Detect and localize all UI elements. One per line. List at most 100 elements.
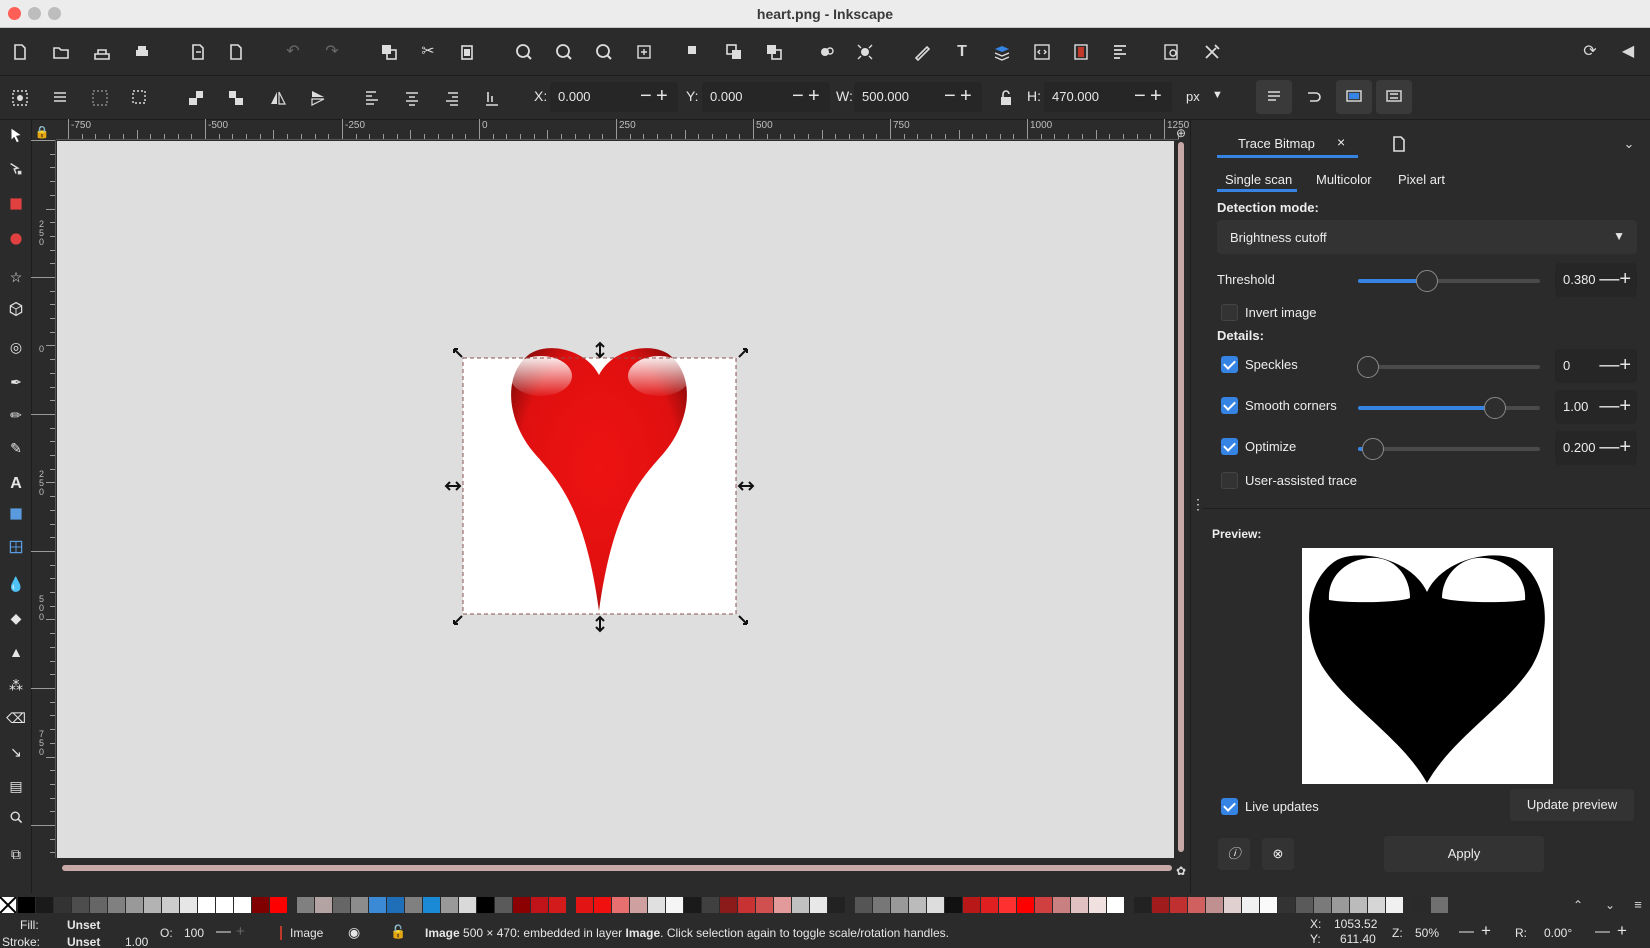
lock-proportions-icon[interactable] (994, 86, 1018, 110)
selector-tool-icon[interactable] (4, 126, 28, 150)
export-icon[interactable] (224, 40, 248, 64)
smooth-corners-spinbox[interactable]: 1.00 —+ (1555, 390, 1637, 424)
group-icon[interactable] (815, 40, 839, 64)
color-swatch[interactable] (351, 897, 368, 913)
stroke-width[interactable]: 1.00 (125, 935, 148, 948)
fill-stroke-icon[interactable] (910, 40, 934, 64)
speckles-stepper[interactable]: —+ (1599, 354, 1631, 377)
color-swatch[interactable] (1071, 897, 1088, 913)
invert-image-checkbox[interactable] (1221, 304, 1238, 321)
align-left-icon[interactable] (360, 86, 384, 110)
touch-select-icon[interactable] (128, 86, 152, 110)
find-replace-icon[interactable] (1160, 40, 1184, 64)
panel-grip-icon[interactable]: ⋮ (1191, 492, 1205, 516)
unlink-clone-icon[interactable] (762, 40, 786, 64)
color-swatch[interactable] (810, 897, 827, 913)
opacity-value[interactable]: 100 (184, 926, 204, 940)
info-icon[interactable]: ⓘ (1217, 837, 1251, 871)
color-swatch[interactable] (90, 897, 107, 913)
color-swatch[interactable] (54, 897, 71, 913)
unit-select[interactable]: px ▼ (1180, 82, 1232, 112)
select-all-icon[interactable] (8, 86, 32, 110)
color-swatch[interactable] (1152, 897, 1169, 913)
gradient-tool-icon[interactable] (4, 505, 28, 529)
threshold-value[interactable]: 0.380 (1563, 272, 1596, 287)
align-distribute-icon[interactable] (1108, 40, 1132, 64)
color-swatch[interactable] (72, 897, 89, 913)
optimize-knob[interactable] (1362, 438, 1384, 460)
measure-tool-icon[interactable]: ⧉ (4, 842, 28, 866)
text-font-icon[interactable]: T (950, 40, 974, 64)
height-spinbox[interactable]: 470.000 − + (1044, 82, 1172, 112)
threshold-spinbox[interactable]: 0.380 —+ (1555, 263, 1637, 297)
current-layer[interactable]: Image (290, 926, 323, 940)
color-swatch[interactable] (297, 897, 314, 913)
color-swatch[interactable] (126, 897, 143, 913)
flip-horizontal-icon[interactable] (266, 86, 290, 110)
color-swatch[interactable] (1053, 897, 1070, 913)
color-swatch[interactable] (684, 897, 701, 913)
color-swatch[interactable] (720, 897, 737, 913)
import-icon[interactable] (186, 40, 210, 64)
user-assisted-trace-checkbox[interactable] (1221, 472, 1238, 489)
color-swatch[interactable] (1314, 897, 1331, 913)
calligraphy-tool-icon[interactable]: ✎ (4, 436, 28, 460)
undo-icon[interactable]: ↶ (281, 40, 305, 64)
layer-visibility-icon[interactable]: ◉ (348, 924, 360, 941)
copy-icon[interactable] (377, 40, 401, 64)
duplicate-icon[interactable] (682, 40, 706, 64)
width-decrement[interactable]: − (944, 85, 956, 108)
zoom-out-icon[interactable]: — (1459, 923, 1474, 940)
y-value[interactable]: 0.000 (710, 89, 743, 104)
rotate-ccw-icon[interactable]: — (1595, 923, 1610, 940)
palette-up-icon[interactable]: ⌃ (1566, 893, 1590, 917)
canvas[interactable] (57, 141, 1174, 858)
color-swatch[interactable] (162, 897, 179, 913)
x-value[interactable]: 0.000 (558, 89, 591, 104)
smooth-corners-stepper[interactable]: —+ (1599, 395, 1631, 418)
color-swatch[interactable] (270, 897, 287, 913)
speckles-slider[interactable] (1357, 356, 1540, 378)
color-swatch[interactable] (1170, 897, 1187, 913)
height-value[interactable]: 470.000 (1052, 89, 1099, 104)
smooth-corners-value[interactable]: 1.00 (1563, 399, 1588, 414)
color-swatch[interactable] (369, 897, 386, 913)
color-swatch[interactable] (702, 897, 719, 913)
color-swatch[interactable] (234, 897, 251, 913)
color-swatch[interactable] (981, 897, 998, 913)
dock-menu-chevron-icon[interactable]: ⌄ (1617, 132, 1641, 156)
color-swatch[interactable] (1260, 897, 1277, 913)
color-swatch[interactable] (531, 897, 548, 913)
pages-tool-icon[interactable]: ▤ (4, 774, 28, 798)
color-swatch[interactable] (1296, 897, 1313, 913)
zoom-corner-icon[interactable]: ⊕ (1172, 124, 1190, 142)
palette-down-icon[interactable]: ⌄ (1598, 893, 1622, 917)
dropper-tool-icon[interactable]: 💧 (4, 572, 28, 596)
color-swatch[interactable] (1134, 897, 1151, 913)
color-swatch[interactable] (252, 897, 269, 913)
document-properties-icon[interactable] (1069, 40, 1093, 64)
ungroup-icon[interactable] (853, 40, 877, 64)
raise-to-top-icon[interactable] (184, 86, 208, 110)
paste-icon[interactable] (455, 40, 479, 64)
rotation-value[interactable]: 0.00° (1544, 926, 1572, 940)
smooth-corners-slider[interactable] (1358, 397, 1540, 419)
color-swatch[interactable] (1431, 897, 1448, 913)
color-swatch[interactable] (1107, 897, 1124, 913)
color-swatch[interactable] (1188, 897, 1205, 913)
redo-icon[interactable]: ↷ (320, 40, 344, 64)
zoom-selection-icon[interactable] (512, 40, 536, 64)
paint-bucket-tool-icon[interactable]: ◆ (4, 606, 28, 630)
clone-icon[interactable] (722, 40, 746, 64)
color-swatch[interactable] (315, 897, 332, 913)
layer-lock-icon[interactable]: 🔓 (390, 924, 406, 940)
color-swatch[interactable] (630, 897, 647, 913)
subtab-pixel-art[interactable]: Pixel art (1398, 172, 1445, 187)
collapse-toolbar-icon[interactable]: ◀ (1616, 40, 1640, 64)
color-swatch[interactable] (999, 897, 1016, 913)
opacity-increment[interactable]: + (236, 923, 245, 940)
color-swatch[interactable] (36, 897, 53, 913)
color-swatch[interactable] (441, 897, 458, 913)
vertical-scrollbar[interactable] (1178, 142, 1184, 852)
color-manage-icon[interactable]: ✿ (1172, 862, 1190, 880)
